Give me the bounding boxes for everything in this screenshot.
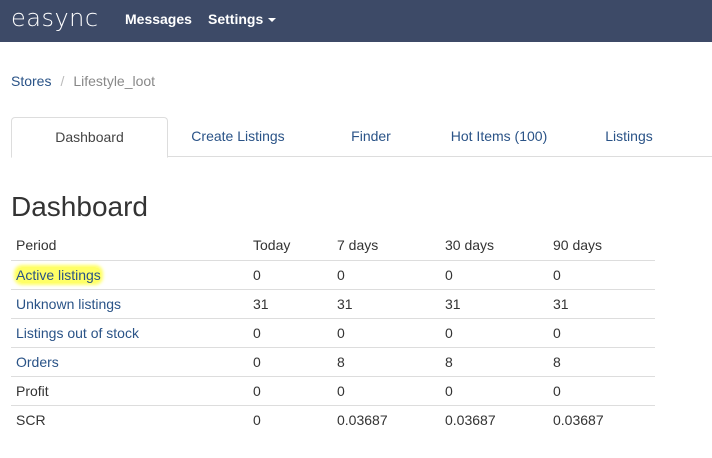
table-cell: 0 — [332, 375, 440, 405]
row-label-cell: Profit — [11, 375, 248, 405]
table-cell: 0 — [548, 375, 655, 405]
column-header: 30 days — [445, 237, 495, 254]
table-cell: 0 — [440, 259, 548, 289]
column-header: Period — [16, 237, 57, 254]
row-label-cell: Orders — [11, 346, 248, 376]
nav-settings-label: Settings — [208, 11, 264, 27]
table-row: Profit 0 0 0 0 — [11, 375, 655, 405]
table-cell: 8 — [548, 346, 655, 376]
nav-messages-link[interactable]: Messages — [125, 11, 192, 27]
row-label-cell: Active listings — [11, 259, 248, 289]
row-label-cell: Listings out of stock — [11, 317, 248, 347]
column-header: Today — [253, 237, 291, 254]
tab-bar: Dashboard Create Listings Finder Hot Ite… — [11, 117, 712, 158]
listings-out-of-stock-link[interactable]: Listings out of stock — [16, 325, 139, 341]
table-cell: 0 — [548, 259, 655, 289]
table-cell: 8 — [440, 346, 548, 376]
table-cell: 0 — [440, 375, 548, 405]
table-cell: 0 — [248, 346, 332, 376]
breadcrumb-stores-link[interactable]: Stores — [11, 73, 51, 89]
table-cell: 0 — [248, 404, 332, 434]
breadcrumb-current: Lifestyle_loot — [73, 73, 156, 89]
breadcrumb-separator: / — [60, 73, 65, 89]
tab-hot-items[interactable]: Hot Items (100) — [434, 117, 564, 157]
table-row: Orders 0 8 8 8 — [11, 346, 655, 376]
table-cell: 0.03687 — [548, 404, 655, 434]
row-label-cell: Unknown listings — [11, 288, 248, 318]
table-cell: 31 — [248, 288, 332, 318]
row-label-cell: SCR — [11, 404, 248, 434]
table-row: SCR 0 0.03687 0.03687 0.03687 — [11, 404, 655, 434]
table-cell: 0.03687 — [332, 404, 440, 434]
unknown-listings-link[interactable]: Unknown listings — [16, 296, 121, 312]
tab-finder[interactable]: Finder — [308, 117, 434, 157]
table-cell: 0 — [548, 317, 655, 347]
nav-settings-dropdown[interactable]: Settings — [208, 11, 277, 27]
table-cell: 31 — [332, 288, 440, 318]
breadcrumb: Stores / Lifestyle_loot — [11, 73, 155, 89]
table-cell: 0 — [248, 259, 332, 289]
page-title: Dashboard — [11, 191, 148, 222]
table-header-row: Period Today 7 days 30 days 90 days — [11, 231, 655, 260]
caret-down-icon — [268, 18, 277, 23]
table-cell: 0.03687 — [440, 404, 548, 434]
table-cell: 0 — [248, 375, 332, 405]
dashboard-table: Period Today 7 days 30 days 90 days Acti… — [11, 231, 655, 434]
brand-logo[interactable]: easync — [11, 3, 99, 33]
table-cell: 8 — [332, 346, 440, 376]
table-row: Listings out of stock 0 0 0 0 — [11, 317, 655, 347]
orders-link[interactable]: Orders — [16, 354, 59, 370]
table-cell: 31 — [548, 288, 655, 318]
table-cell: 0 — [332, 259, 440, 289]
table-cell: 0 — [440, 317, 548, 347]
tab-dashboard[interactable]: Dashboard — [11, 117, 168, 158]
tab-listings[interactable]: Listings — [564, 117, 694, 157]
column-header: 90 days — [553, 237, 603, 254]
table-cell: 0 — [332, 317, 440, 347]
table-row: Unknown listings 31 31 31 31 — [11, 288, 655, 318]
active-listings-link[interactable]: Active listings — [16, 266, 101, 283]
top-navbar: easync Messages Settings — [0, 0, 712, 42]
tab-create-listings[interactable]: Create Listings — [168, 117, 308, 157]
table-row: Active listings 0 0 0 0 — [11, 259, 655, 289]
table-cell: 31 — [440, 288, 548, 318]
column-header: 7 days — [337, 237, 379, 254]
table-cell: 0 — [248, 317, 332, 347]
